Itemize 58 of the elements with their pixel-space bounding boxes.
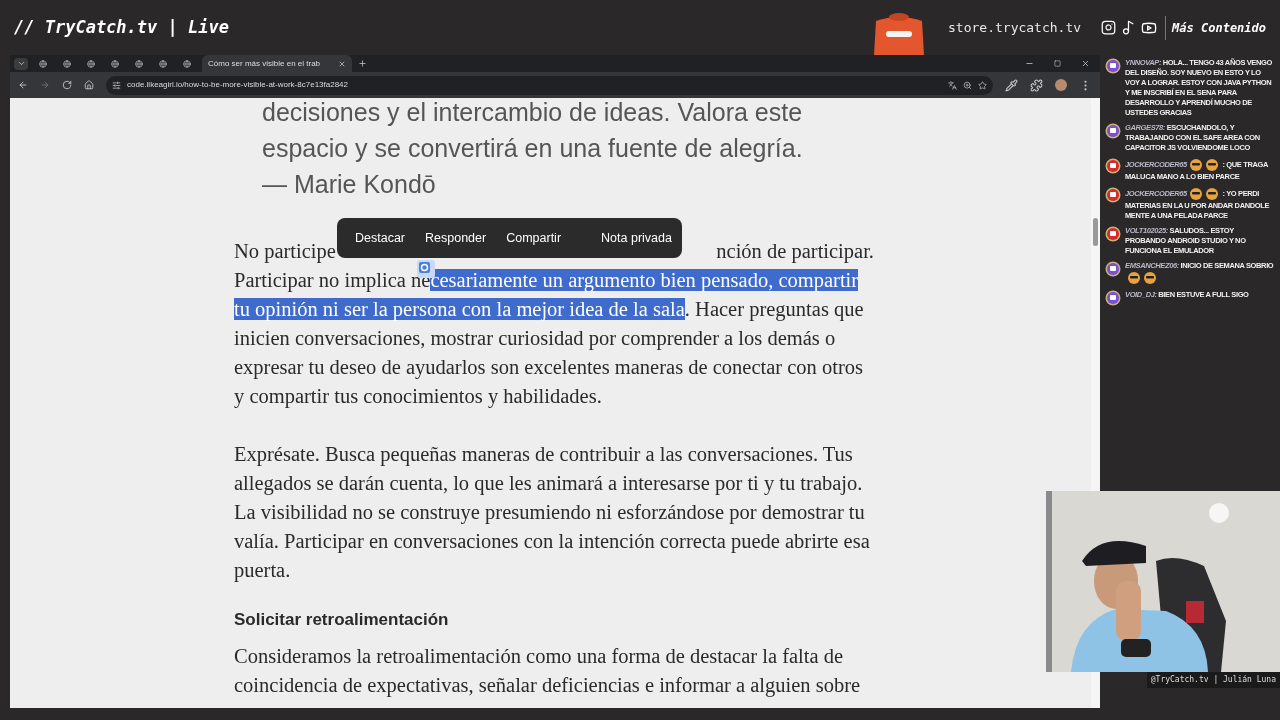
toolbar-button[interactable]: Destacar [355,223,406,253]
url-text: code.likeagirl.io/how-to-be-more-visible-at-work-8c7e13fa2842 [127,79,348,91]
globe-icon [39,59,47,68]
home-icon [84,80,94,90]
quote-line: espacio y se convertirá en una fuente de alegría. [262,133,804,164]
chat-bubble-icon [1105,261,1121,277]
emoji-icon [1204,187,1219,201]
play-icon [1105,226,1121,242]
globe-icon [111,59,119,68]
toolbar-button[interactable]: Compartir [506,223,562,253]
play-icon [1105,158,1121,174]
back-icon [18,80,28,90]
globe-icon [63,59,71,68]
globe-icon [135,59,143,68]
webcam-caption: @TryCatch.tv | Julián Luna [1146,672,1280,688]
instagram-icon [1101,20,1117,35]
tab-title: Cómo ser más visible en el trab [208,57,321,70]
tab-list-button[interactable] [14,57,28,70]
paragraph-text: Exprésate. Busca pequeñas maneras de contribuir a las conversaciones. Tus allegados se darán cuenta, lo que les animará a interesarse por ti y tu trabajo. La visibilidad no se construye presumiendo ni esforzándose por demostrar tu valía. Participar en conversaciones con la intención correcta puede abrirte esa puerta. [234,442,871,584]
section-heading: Solicitar retroalimentación [234,609,450,631]
site-settings-icon [112,80,121,90]
chat-bubble-icon [1105,123,1121,139]
chevron-down-icon [16,59,26,68]
forward-icon [40,80,50,90]
chat-bubble-icon [1105,290,1121,306]
translate-icon [948,80,957,90]
emoji-icon [1188,187,1203,201]
stream-title: // TryCatch.tv | Live [14,15,229,39]
chat-bubble-icon [1105,58,1121,74]
globe-icon [87,59,95,68]
emoji-icon [1188,158,1203,172]
emoji-icon [1127,271,1141,285]
quote-line: decisiones y el intercambio de ideas. Valora este [262,98,804,128]
emoji-icon [1143,271,1157,285]
profile-avatar [1055,79,1067,91]
globe-icon [183,59,191,68]
more-content-label: Más Contenido [1172,19,1266,37]
bookmark-icon [978,80,987,90]
address-bar[interactable]: code.likeagirl.io/how-to-be-more-visible-at-work-8c7e13fa2842 [106,75,993,95]
globe-icon [159,59,167,68]
toolbar-button[interactable]: Nota privada [601,223,672,253]
eyedropper-icon [1005,78,1018,92]
zoom-icon [963,80,972,90]
toolbar-button[interactable]: Responder [425,223,487,253]
scrollbar-thumb[interactable] [1093,218,1098,246]
reload-icon [62,80,72,90]
emoji-icon [1204,158,1219,172]
play-icon [1105,187,1121,203]
restore-icon [1054,60,1061,67]
paragraph-text: Consideramos la retroalimentación como una forma de destacar la falta de coincidencia de expectativas, señalar deficiencias e informar a alguien sobre [234,644,862,699]
extensions-icon [1030,78,1043,92]
paragraph-text: nción de participar. [716,239,874,265]
close-icon [1081,59,1090,68]
browser-tab[interactable]: Cómo ser más visible en el trab [202,55,352,72]
paragraph-text: No participe [234,239,336,265]
new-tab-icon [358,59,367,68]
quote-line: — Marie Kondō [262,169,437,200]
close-icon [338,59,346,68]
